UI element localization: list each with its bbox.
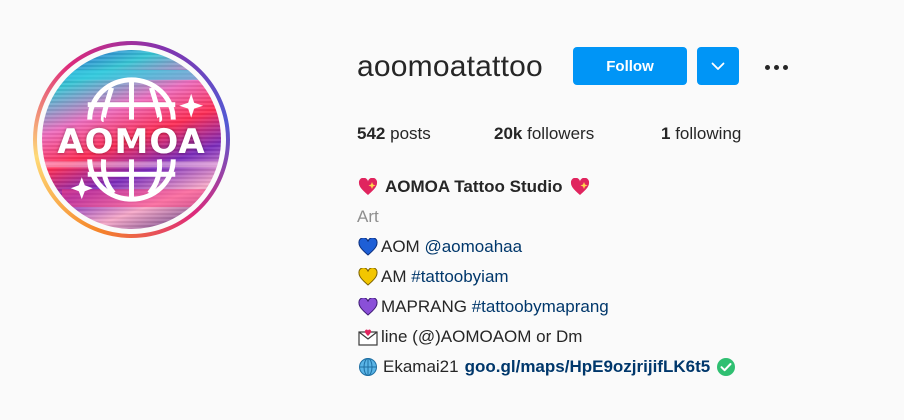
sparkling-heart-icon xyxy=(569,176,591,198)
posts-stat: 542 posts xyxy=(357,124,431,144)
dot xyxy=(773,64,779,70)
posts-count: 542 xyxy=(357,124,386,143)
hashtag-link[interactable]: #tattoobyiam xyxy=(411,262,508,292)
bio-line-am: AM #tattoobyiam xyxy=(357,262,736,292)
bio-text: AM xyxy=(381,267,412,286)
followers-stat[interactable]: 20k followers xyxy=(494,124,594,144)
avatar[interactable]: AOMOA xyxy=(42,50,221,229)
bio-line-contact: line (@)AOMOAOM or Dm xyxy=(357,322,736,352)
bio-line-location: Ekamai21 goo.gl/maps/HpE9ozjrijifLK6t5 xyxy=(357,352,736,382)
bio-text: AOM xyxy=(381,237,425,256)
followers-label: followers xyxy=(527,124,595,143)
following-stat[interactable]: 1 following xyxy=(661,124,741,144)
website-link[interactable]: goo.gl/maps/HpE9ozjrijifLK6t5 xyxy=(465,352,711,382)
avatar-frame: AOMOA xyxy=(37,45,226,234)
following-label: following xyxy=(675,124,742,143)
globe-icon xyxy=(357,356,379,378)
envelope-icon xyxy=(357,326,379,348)
more-options-icon[interactable] xyxy=(760,54,792,80)
location-text: Ekamai21 xyxy=(383,357,459,376)
check-mark-icon xyxy=(716,357,736,377)
followers-count: 20k xyxy=(494,124,523,143)
mention-link[interactable]: @aomoahaa xyxy=(424,232,522,262)
avatar-ring[interactable]: AOMOA xyxy=(33,41,230,238)
bio-line-aom: AOM @aomoahaa xyxy=(357,232,736,262)
suggested-accounts-button[interactable] xyxy=(697,47,739,85)
yellow-heart-icon xyxy=(357,266,379,288)
blue-heart-icon xyxy=(357,236,379,258)
contact-text: line (@)AOMOAOM or Dm xyxy=(381,327,583,346)
bio-text: MAPRANG xyxy=(381,297,472,316)
dot xyxy=(782,64,788,70)
bio-name-line: AOMOA Tattoo Studio xyxy=(357,172,736,202)
profile-category: Art xyxy=(357,207,379,226)
posts-label: posts xyxy=(390,124,431,143)
sparkling-heart-icon xyxy=(357,176,379,198)
dot xyxy=(764,64,770,70)
profile-full-name: AOMOA Tattoo Studio xyxy=(385,177,563,196)
purple-heart-icon xyxy=(357,296,379,318)
profile-bio: AOMOA Tattoo Studio Art AOM @aomoahaa AM… xyxy=(357,172,736,382)
hashtag-link[interactable]: #tattoobymaprang xyxy=(472,292,609,322)
follow-button[interactable]: Follow xyxy=(573,47,687,85)
chevron-down-icon xyxy=(711,62,725,70)
bio-line-maprang: MAPRANG #tattoobymaprang xyxy=(357,292,736,322)
avatar-logo-text: AOMOA xyxy=(57,122,206,162)
following-count: 1 xyxy=(661,124,671,143)
profile-username: aoomoatattoo xyxy=(357,50,543,83)
